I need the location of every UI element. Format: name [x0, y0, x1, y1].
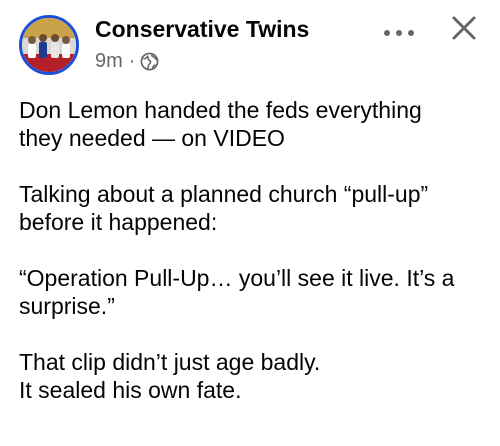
post-paragraph: Don Lemon handed the feds everything the…: [19, 97, 422, 151]
meta-separator: ·: [128, 50, 136, 72]
post-paragraph: “Operation Pull-Up… you’ll see it live. …: [19, 265, 455, 319]
more-horizontal-icon[interactable]: [381, 26, 417, 40]
post-paragraph: That clip didn’t just age badly. It seal…: [19, 349, 321, 403]
avatar-photo: [22, 18, 76, 72]
page-name[interactable]: Conservative Twins: [95, 15, 309, 43]
post-header: Conservative Twins 9m ·: [0, 0, 500, 80]
globe-icon: [140, 52, 159, 71]
post-text: Don Lemon handed the feds everything the…: [19, 96, 489, 404]
avatar[interactable]: [19, 15, 79, 75]
post-paragraph: Talking about a planned church “pull-up”…: [19, 181, 429, 235]
post-meta: 9m ·: [95, 49, 159, 73]
close-icon[interactable]: [448, 12, 480, 44]
post-time[interactable]: 9m: [95, 49, 123, 73]
